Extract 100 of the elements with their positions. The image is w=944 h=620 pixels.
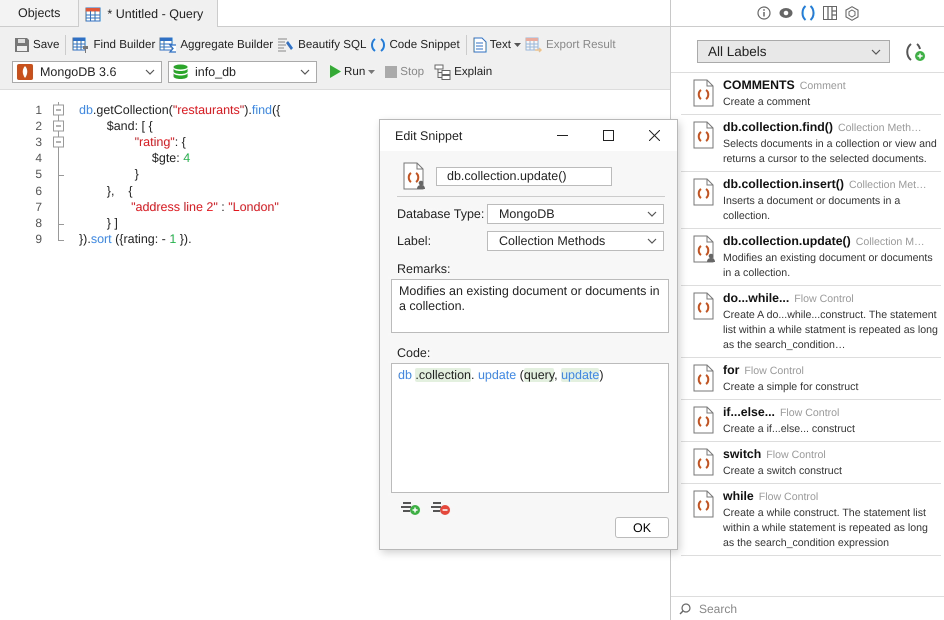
- field-select[interactable]: MongoDB: [487, 204, 664, 224]
- tab[interactable]: Objects: [0, 0, 80, 26]
- snippet-category: Flow Control: [758, 491, 818, 503]
- code-line: "rating": {: [134, 135, 186, 150]
- line-number: 1: [34, 103, 42, 118]
- table-hammer-icon: [72, 36, 90, 52]
- panel-tab[interactable]: [778, 5, 792, 21]
- line-number: 5: [34, 167, 42, 182]
- line-number: 4: [34, 151, 42, 166]
- toolbar-button[interactable]: Aggregate Builder: [157, 34, 276, 54]
- snippet-title[interactable]: if...else...: [723, 405, 775, 419]
- code-line: } ]: [106, 216, 118, 230]
- snippet-title[interactable]: do...while...: [723, 291, 790, 305]
- snippet-description: Create a while construct. The statement list within a while statement is repeated as long as the search_condition expression: [723, 506, 929, 551]
- name-field[interactable]: db.collection.update(): [436, 166, 612, 186]
- fold-toggle-icon[interactable]: [53, 102, 64, 118]
- info-icon: [756, 6, 770, 20]
- code-line: db.getCollection("restaurants").find({: [79, 103, 280, 118]
- snippet-category: Collection M…: [856, 236, 925, 248]
- snippet-category: Flow Control: [744, 365, 804, 377]
- line-number: 8: [34, 216, 42, 230]
- caret-icon: [145, 68, 155, 74]
- eye-icon: [778, 6, 792, 20]
- snippet-title[interactable]: switch: [723, 447, 762, 461]
- line-number: 6: [34, 184, 42, 198]
- toolbar-button[interactable]: Text: [470, 34, 523, 54]
- line-number: 2: [34, 119, 42, 134]
- add-line-icon[interactable]: [401, 501, 421, 515]
- search-field[interactable]: Search: [671, 596, 944, 620]
- code-line: }, {: [106, 184, 132, 198]
- snippet-description: Modifies an existing document or documents in a collection.: [723, 251, 934, 281]
- snippet-category: Flow Control: [766, 449, 826, 461]
- caret-icon: [300, 68, 310, 74]
- code-label: Code:: [397, 346, 432, 360]
- panel-tab[interactable]: [822, 5, 836, 21]
- field-label: Label:: [397, 234, 432, 248]
- maximize-icon: [602, 130, 614, 141]
- code-line: }).sort ({rating: - 1 }).: [79, 232, 192, 246]
- toolbar-button[interactable]: Find Builder: [70, 34, 158, 54]
- columns-icon: [822, 6, 836, 20]
- snippet-description: Create a switch construct: [723, 464, 843, 479]
- caret-icon: [647, 211, 657, 217]
- braces-icon: [800, 5, 814, 21]
- panel-tab[interactable]: [756, 5, 770, 21]
- snippet-title[interactable]: db.collection.update(): [723, 234, 851, 248]
- code-field[interactable]: db .collection. update (query, update): [391, 363, 669, 493]
- caret-icon: [647, 238, 657, 244]
- tab[interactable]: * Untitled - Query: [79, 0, 218, 27]
- snippet-title[interactable]: db.collection.insert(): [723, 177, 844, 191]
- snippet-category: Collection Met…: [848, 179, 927, 191]
- remarks-field[interactable]: Modifies an existing document or documents in a collection.: [391, 279, 669, 333]
- snippet-title[interactable]: while: [723, 489, 754, 503]
- braces-icon: [370, 36, 386, 52]
- table-icon: [85, 6, 102, 22]
- line-number: 9: [34, 232, 42, 246]
- close-icon: [648, 130, 660, 141]
- fold-toggle-icon[interactable]: [53, 118, 64, 134]
- toolbar-button[interactable]: Run: [327, 63, 378, 80]
- snippet-category: Comment: [800, 80, 846, 92]
- dialog-title: Edit Snippet: [395, 128, 464, 142]
- remove-line-icon[interactable]: [431, 501, 451, 515]
- fold-toggle-icon[interactable]: [53, 134, 64, 150]
- play-icon: [329, 65, 341, 78]
- panel-tab[interactable]: [844, 5, 858, 21]
- snippet-title[interactable]: db.collection.find(): [723, 120, 833, 134]
- leaf-icon: [17, 64, 33, 80]
- hexagon-icon: [844, 6, 858, 20]
- code-line: $gte: 4: [150, 151, 190, 166]
- snippet-description: Selects documents in a collection or view and returns a cursor to the selected documents.: [723, 137, 938, 167]
- database-select[interactable]: info_db: [168, 60, 317, 82]
- code-line: }: [134, 167, 139, 182]
- minimize-icon: [556, 135, 568, 136]
- snippet-description: Create a simple for construct: [723, 380, 860, 395]
- ok-button[interactable]: OK: [615, 517, 669, 538]
- toolbar-button[interactable]: Code Snippet: [368, 34, 462, 54]
- label-filter-select[interactable]: All Labels: [697, 40, 890, 63]
- panel-tab[interactable]: [800, 5, 814, 21]
- caret-icon: [871, 48, 881, 54]
- snippet-title[interactable]: COMMENTS: [723, 78, 795, 92]
- toolbar-button[interactable]: Explain: [432, 62, 494, 82]
- field-select[interactable]: Collection Methods: [487, 231, 664, 251]
- snippet-category: Flow Control: [794, 293, 854, 305]
- snippet-title[interactable]: for: [723, 363, 740, 377]
- search-icon: [679, 602, 691, 614]
- stop-icon: [385, 66, 398, 78]
- connection-select[interactable]: MongoDB 3.6: [12, 60, 162, 82]
- add-snippet-icon[interactable]: [904, 42, 926, 62]
- snippet-description: Create a comment: [723, 95, 812, 110]
- toolbar-button[interactable]: Beautify SQL: [275, 34, 368, 54]
- table-sigma-icon: [159, 36, 178, 52]
- document-icon: [472, 36, 487, 52]
- database-icon: [173, 64, 188, 80]
- snippet-description: Inserts a document or documents in a collection.: [723, 194, 902, 224]
- line-number: 7: [34, 200, 42, 214]
- toolbar-button[interactable]: Save: [12, 34, 62, 54]
- remarks-label: Remarks:: [397, 262, 452, 276]
- diagram-icon: [434, 64, 452, 80]
- code-line: "address line 2" : "London": [130, 200, 279, 214]
- snippet-category: Flow Control: [780, 407, 840, 419]
- field-label: Database Type:: [397, 207, 486, 221]
